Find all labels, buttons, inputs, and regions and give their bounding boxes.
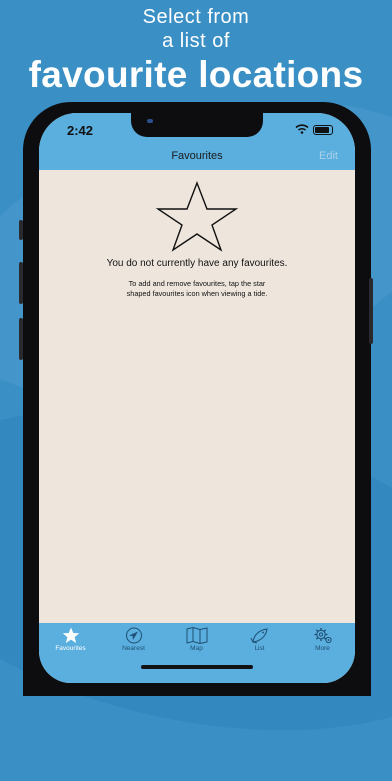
camera-icon (147, 119, 153, 123)
tab-nearest[interactable]: Nearest (102, 625, 165, 665)
navigation-bar: 2:42 Favourites Edit (39, 113, 355, 170)
promo-headline-line2: a list of (162, 30, 230, 52)
tab-label: Nearest (122, 645, 145, 652)
help-line: To add and remove favourites, tap the st… (128, 279, 266, 288)
tab-map[interactable]: Map (165, 625, 228, 665)
help-line: shaped favourites icon when viewing a ti… (126, 289, 268, 298)
phone-side-button (19, 262, 23, 304)
tab-bar: Favourites Nearest Map List More (39, 623, 355, 683)
tab-list[interactable]: List (228, 625, 291, 665)
notch (131, 113, 263, 137)
page-title: Favourites (171, 150, 223, 162)
promo-headline-line3: favourite locations (28, 54, 364, 95)
empty-state-help: To add and remove favourites, tap the st… (79, 279, 315, 299)
phone-side-button (369, 278, 373, 344)
wifi-icon (295, 124, 309, 134)
tab-label: More (315, 645, 330, 652)
battery-icon (313, 125, 333, 135)
gear-icon (314, 628, 332, 644)
promo-headline-line1: Select from (142, 6, 250, 28)
phone-side-button (19, 220, 23, 240)
app-screen: 2:42 Favourites Edit You do not currentl… (39, 113, 355, 683)
tab-label: Favourites (55, 645, 86, 652)
status-time: 2:42 (67, 123, 94, 138)
fish-icon (250, 628, 268, 644)
tab-label: List (254, 645, 265, 652)
empty-state-message: You do not currently have any favourites… (106, 258, 288, 269)
tab-favourites[interactable]: Favourites (39, 625, 102, 665)
star-outline-icon (155, 181, 239, 252)
location-arrow-icon (125, 627, 142, 644)
map-icon (186, 627, 207, 644)
edit-button[interactable]: Edit (319, 150, 338, 162)
tab-label: Map (190, 645, 203, 652)
phone-side-button (19, 318, 23, 360)
home-indicator (141, 665, 253, 669)
star-icon (62, 627, 79, 643)
tab-more[interactable]: More (291, 625, 354, 665)
